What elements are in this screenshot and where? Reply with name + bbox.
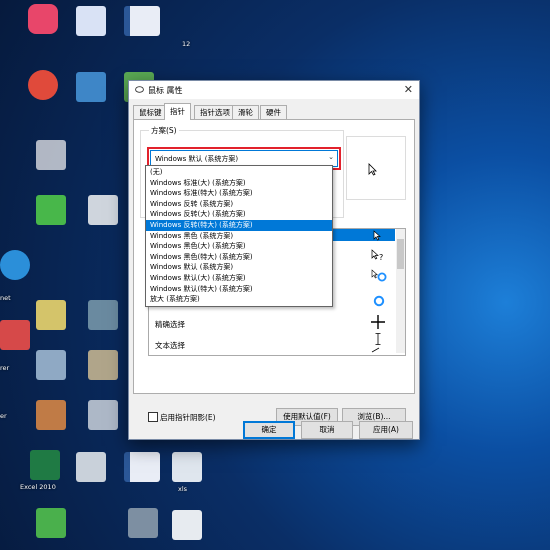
- blurred-icon[interactable]: [88, 300, 118, 330]
- working-cursor-icon: [371, 269, 387, 282]
- text-select-cursor-icon: [375, 333, 381, 345]
- blurred-icon[interactable]: [88, 400, 118, 430]
- tab-hardware[interactable]: 硬件: [260, 105, 287, 119]
- app-icon-bird[interactable]: [76, 6, 106, 36]
- blurred-icon[interactable]: [36, 350, 66, 380]
- desktop-label-rer: rer: [0, 364, 10, 372]
- blurred-icon[interactable]: [76, 452, 106, 482]
- blurred-icon[interactable]: [36, 508, 66, 538]
- blurred-icon[interactable]: [128, 508, 158, 538]
- chevron-down-icon[interactable]: ⌄: [328, 153, 334, 161]
- blurred-icon[interactable]: [172, 510, 202, 540]
- scheme-option[interactable]: Windows 反转(特大) (系统方案): [146, 220, 332, 231]
- scheme-option[interactable]: Windows 黑色(特大) (系统方案): [146, 252, 332, 263]
- app-icon-chrome[interactable]: [28, 70, 58, 100]
- excel-icon[interactable]: [30, 450, 60, 480]
- blurred-icon[interactable]: [36, 195, 66, 225]
- desktop-label-excel: Excel 2010: [20, 483, 56, 491]
- arrow-cursor-icon: [373, 230, 381, 241]
- precision-select-label: 精确选择: [155, 320, 185, 329]
- scheme-option[interactable]: Windows 黑色 (系统方案): [146, 231, 332, 242]
- pointer-shadow-checkbox[interactable]: [148, 412, 158, 422]
- text-select-label: 文本选择: [155, 341, 185, 350]
- apply-button[interactable]: 应用(A): [359, 421, 413, 439]
- close-icon[interactable]: ✕: [404, 83, 413, 96]
- blurred-icon[interactable]: [36, 140, 66, 170]
- word-doc-icon[interactable]: [124, 6, 160, 36]
- tab-pointers[interactable]: 指针: [164, 103, 191, 120]
- scheme-selected-value: Windows 默认 (系统方案): [155, 155, 239, 163]
- scheme-label: 方案(S): [149, 125, 179, 136]
- word-doc-icon[interactable]: [124, 452, 160, 482]
- app-icon-red[interactable]: [28, 4, 58, 34]
- blurred-icon[interactable]: [36, 400, 66, 430]
- tab-buttons[interactable]: 鼠标键: [133, 105, 168, 119]
- file-icon[interactable]: [172, 452, 202, 482]
- ok-button[interactable]: 确定: [243, 421, 295, 439]
- scheme-option[interactable]: Windows 标准(大) (系统方案): [146, 178, 332, 189]
- cancel-button[interactable]: 取消: [301, 421, 353, 439]
- scheme-option[interactable]: Windows 默认 (系统方案): [146, 262, 332, 273]
- list-scrollbar[interactable]: [396, 229, 405, 353]
- blurred-icon[interactable]: [88, 350, 118, 380]
- svg-text:?: ?: [379, 253, 383, 262]
- dialog-title: 鼠标 属性: [148, 86, 183, 95]
- desktop-label-er: er: [0, 412, 7, 420]
- title-bar[interactable]: 鼠标 属性 ✕: [129, 81, 419, 99]
- handwriting-cursor-icon: [371, 347, 380, 353]
- scheme-option[interactable]: Windows 标准(特大) (系统方案): [146, 188, 332, 199]
- blurred-icon[interactable]: [0, 250, 30, 280]
- tab-wheel[interactable]: 滑轮: [232, 105, 259, 119]
- scheme-option[interactable]: Windows 反转 (系统方案): [146, 199, 332, 210]
- app-icon-blue[interactable]: [76, 72, 106, 102]
- tab-pointer-options[interactable]: 指针选项: [194, 105, 236, 119]
- blurred-icon[interactable]: [88, 195, 118, 225]
- blurred-icon[interactable]: [0, 320, 30, 350]
- scheme-option[interactable]: Windows 黑色(大) (系统方案): [146, 241, 332, 252]
- scheme-option[interactable]: Windows 默认(大) (系统方案): [146, 273, 332, 284]
- scheme-option[interactable]: Windows 反转(大) (系统方案): [146, 209, 332, 220]
- scheme-option[interactable]: Windows 默认(特大) (系统方案): [146, 284, 332, 295]
- blurred-icon[interactable]: [36, 300, 66, 330]
- help-cursor-icon: ?: [371, 249, 383, 262]
- scrollbar-thumb[interactable]: [397, 239, 404, 269]
- scheme-dropdown-list[interactable]: (无) Windows 标准(大) (系统方案) Windows 标准(特大) (系…: [145, 165, 333, 307]
- mouse-icon: [135, 86, 144, 93]
- arrow-cursor-icon: [368, 163, 377, 176]
- cursor-preview: [346, 136, 406, 200]
- busy-cursor-icon: [373, 295, 385, 307]
- scheme-option[interactable]: 放大 (系统方案): [146, 294, 332, 305]
- pointer-shadow-label: 启用指针阴影(E): [160, 413, 216, 422]
- scheme-option[interactable]: (无): [146, 167, 332, 178]
- desktop-label-net: net: [0, 294, 11, 302]
- precision-cursor-icon: [371, 315, 385, 329]
- desktop-label-xls: xls: [178, 485, 188, 493]
- desktop-label-12: 12: [182, 40, 191, 48]
